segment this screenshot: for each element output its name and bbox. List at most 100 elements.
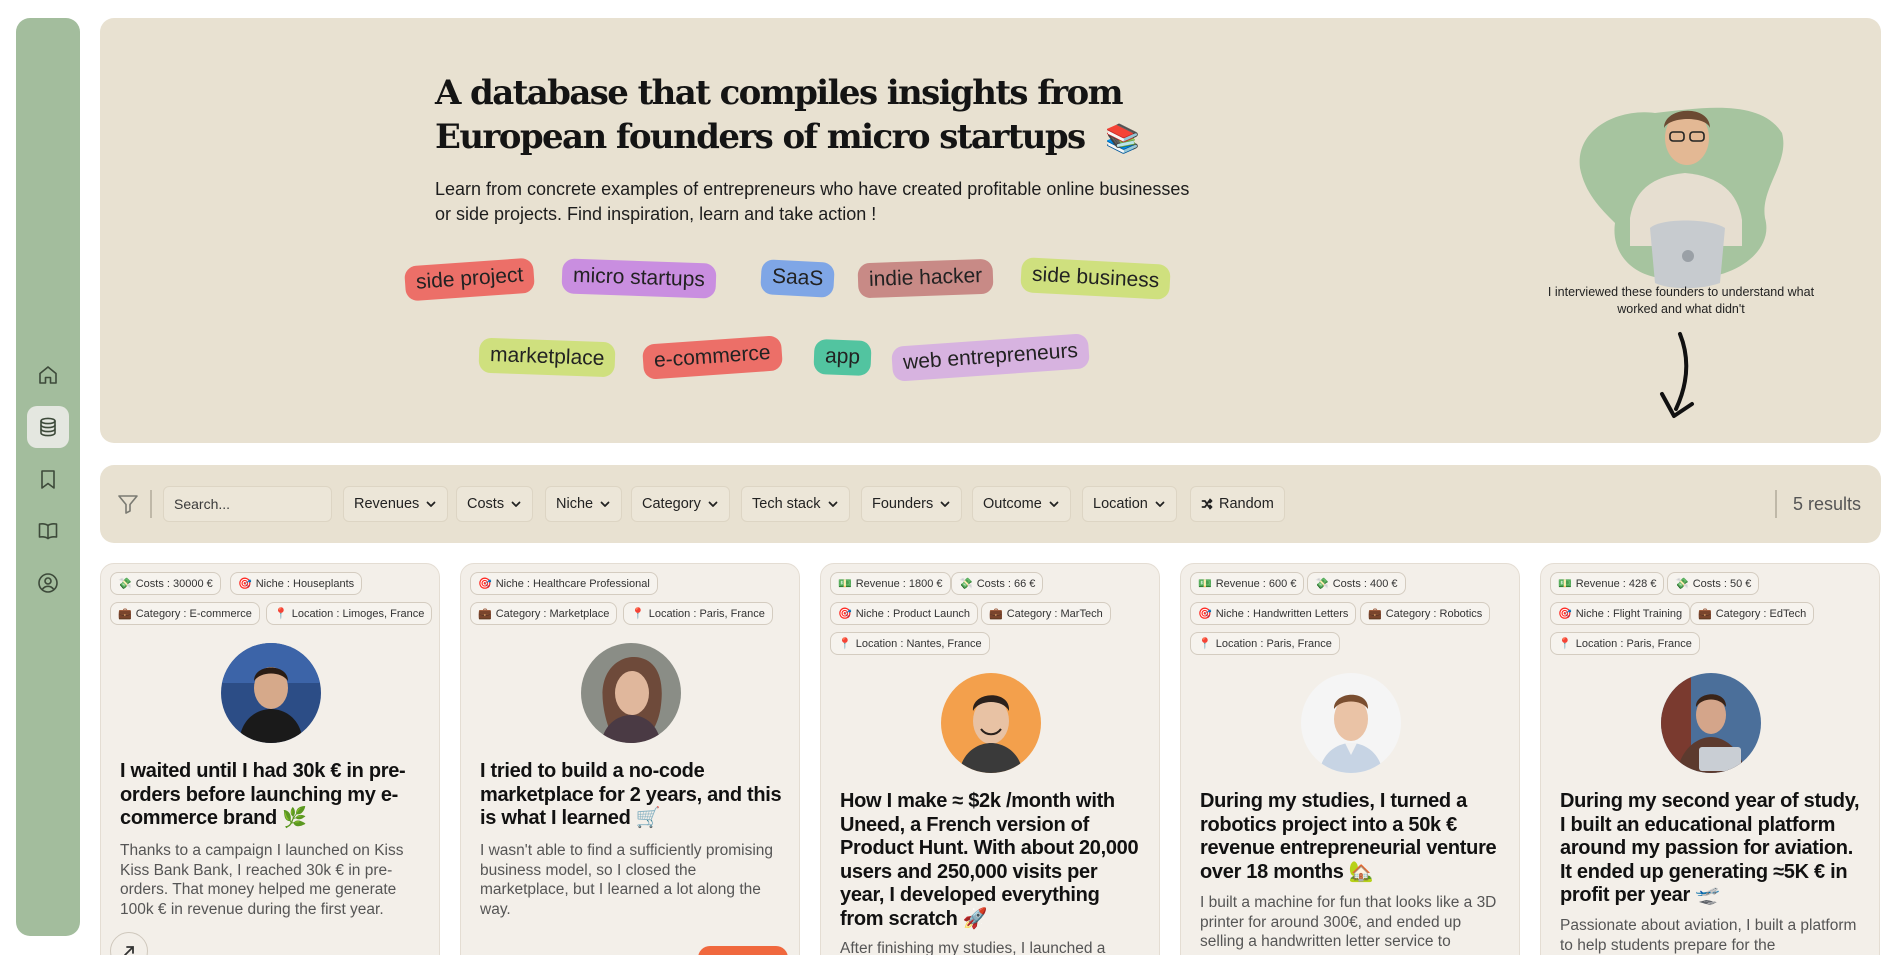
chip-niche: 🎯 Niche : Healthcare Professional [470,572,658,595]
chip-text: Costs : 50 € [1692,577,1752,590]
tag-micro-startups[interactable]: micro startups [561,258,717,299]
target-icon: 🎯 [238,578,252,590]
cash-icon: 💵 [838,578,852,590]
chip-costs: 💸 Costs : 66 € [951,572,1044,595]
target-icon: 🎯 [838,608,852,620]
money-icon: 💸 [1675,578,1689,590]
random-button[interactable]: Random [1190,486,1285,522]
sidebar [16,18,80,936]
chevron-down-icon [707,498,719,510]
hero-section: A database that compiles insights from E… [100,18,1881,443]
hero-description: Learn from concrete examples of entrepre… [435,179,1190,224]
chevron-down-icon [1048,498,1060,510]
tag-web-entrepreneurs[interactable]: web entrepreneurs [891,333,1091,382]
card-excerpt: I built a machine for fun that looks lik… [1200,894,1497,950]
tag-saas[interactable]: SaaS [760,259,836,298]
filter-label: Revenues [354,496,420,512]
chip-costs: 💸 Costs : 50 € [1667,572,1760,595]
chevron-down-icon [599,498,611,510]
tag-marketplace[interactable]: marketplace [478,337,616,378]
card-title[interactable]: During my second year of study, I built … [1560,790,1865,908]
tag-side-business[interactable]: side business [1020,257,1172,300]
briefcase-icon: 💼 [1698,608,1712,620]
database-icon [40,417,56,437]
books-emoji: 📚 [1105,122,1140,155]
founder-card[interactable]: 💸 Costs : 30000 € 🎯 Niche : Houseplants 💼 C… [100,563,440,955]
filter-label: Location [1093,496,1148,512]
briefcase-icon: 💼 [989,608,1003,620]
chip-text: Location : Nantes, France [855,637,982,650]
pin-icon: 📍 [1558,638,1572,650]
chip-text: Location : Limoges, France [291,607,425,620]
chip-text: Costs : 66 € [976,577,1036,590]
card-title[interactable]: During my studies, I turned a robotics p… [1200,790,1505,884]
filter-founders-button[interactable]: Founders [861,486,963,522]
card-title[interactable]: I tried to build a no-code marketplace f… [480,760,785,831]
chip-text: Niche : Healthcare Professional [495,577,650,590]
founder-avatar [581,643,681,743]
separator [1775,490,1777,518]
founder-avatar [1301,673,1401,773]
target-icon: 🎯 [478,578,492,590]
book-icon [38,523,58,540]
filter-label: Category [642,496,701,512]
funnel-icon[interactable] [116,492,140,516]
results-count: 5 results [1792,494,1861,514]
chip-location: 📍 Location : Nantes, France [830,632,990,655]
card-title[interactable]: How I make ≈ $2k /month with Uneed, a Fr… [840,790,1145,931]
founder-card[interactable]: 🎯 Niche : Healthcare Professional 💼 Catego… [460,563,800,955]
founder-photo [1579,107,1784,289]
chip-text: Category : MarTech [1006,607,1103,620]
filter-label: Costs [467,496,505,512]
founder-card[interactable]: 💵 Revenue : 1800 € 💸 Costs : 66 € 🎯 Niche :… [820,563,1160,955]
card-excerpt: After finishing my studies, I launched a [840,940,1106,955]
nav-home-button[interactable] [27,354,69,396]
chip-location: 📍 Location : Limoges, France [266,602,433,625]
filter-outcome-button[interactable]: Outcome [972,486,1071,522]
cash-icon: 💵 [1198,578,1212,590]
filter-label: Niche [556,496,594,512]
open-card-button[interactable] [110,932,148,955]
filter-revenues-button[interactable]: Revenues [343,486,449,522]
search-input[interactable] [163,486,332,522]
tag-indie-hacker[interactable]: indie hacker [857,258,994,299]
bookmark-icon [41,470,55,489]
money-icon: 💸 [959,578,973,590]
filter-tech-stack-button[interactable]: Tech stack [741,486,850,522]
tag-app[interactable]: app [813,339,872,376]
chip-text: Location : Paris, France [1575,637,1692,650]
cash-icon: 💵 [1558,578,1572,590]
nav-database-button[interactable] [27,406,69,448]
filter-location-button[interactable]: Location [1082,486,1177,522]
chip-category: 💼 Category : Robotics [1360,602,1491,625]
nav-guides-button[interactable] [27,510,69,552]
chip-text: Location : Paris, France [648,607,765,620]
chip-revenue: 💵 Revenue : 600 € [1190,572,1305,595]
chip-category: 💼 Category : Marketplace [470,602,618,625]
chip-text: Costs : 30000 € [135,577,213,590]
target-icon: 🎯 [1198,608,1212,620]
filter-costs-button[interactable]: Costs [456,486,534,522]
card-title[interactable]: I waited until I had 30k € in pre-orders… [120,760,425,831]
chip-text: Revenue : 1800 € [855,577,943,590]
chevron-down-icon [425,498,437,510]
filter-niche-button[interactable]: Niche [545,486,623,522]
founder-card[interactable]: 💵 Revenue : 428 € 💸 Costs : 50 € 🎯 Niche : … [1540,563,1880,955]
chevron-down-icon [939,498,951,510]
filter-category-button[interactable]: Category [631,486,730,522]
chip-costs: 💸 Costs : 30000 € [110,572,221,595]
target-icon: 🎯 [1558,608,1572,620]
chip-revenue: 💵 Revenue : 1800 € [830,572,951,595]
home-icon [39,366,57,384]
chip-text: Category : E-commerce [135,607,252,620]
filter-label: Tech stack [752,496,821,512]
shuffle-icon [1201,498,1213,510]
pin-icon: 📍 [274,608,288,620]
chip-text: Costs : 400 € [1332,577,1398,590]
nav-account-button[interactable] [27,562,69,604]
arrow-up-right-icon [124,946,134,955]
founder-card[interactable]: 💵 Revenue : 600 € 💸 Costs : 400 € 🎯 Niche :… [1180,563,1520,955]
tag-side-project[interactable]: side project [403,257,536,302]
tag-e-commerce[interactable]: e-commerce [641,335,783,380]
nav-bookmarks-button[interactable] [27,458,69,500]
